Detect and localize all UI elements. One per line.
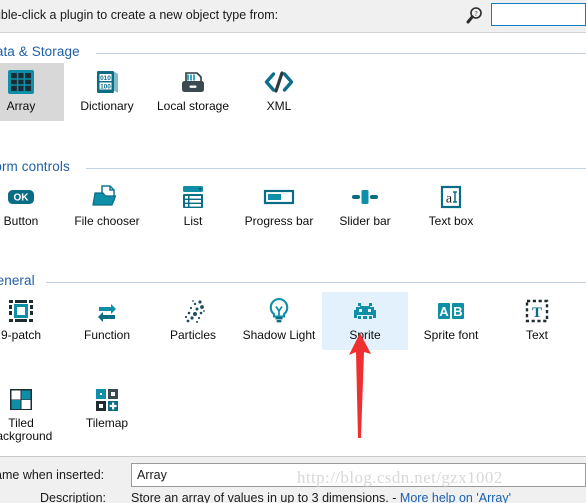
plugin-label: Array — [6, 99, 36, 113]
section-rule — [86, 168, 586, 169]
plugin-label: Progress bar — [244, 214, 314, 228]
code-brackets-icon — [236, 65, 322, 99]
plugin-item-tiled-background[interactable]: Tiled background — [0, 380, 64, 450]
search-box[interactable] — [491, 3, 586, 26]
description-text: Store an array of values in up to 3 dime… — [131, 491, 511, 503]
plugin-item-text-box[interactable]: a Text box — [408, 178, 494, 236]
name-input-wrapper[interactable] — [131, 463, 586, 487]
plugin-item-tilemap[interactable]: Tilemap — [64, 380, 150, 450]
plugin-label: Particles — [169, 328, 216, 342]
slider-bar-icon — [322, 180, 408, 214]
plugin-label: Sprite font — [423, 328, 479, 342]
plugin-item-progress-bar[interactable]: Progress bar — [236, 178, 322, 236]
description-separator: - — [392, 491, 400, 503]
cycle-arrows-icon — [64, 294, 150, 328]
lightbulb-icon — [236, 294, 322, 328]
plugin-item-button[interactable]: OK Button — [0, 178, 64, 236]
name-when-inserted-input[interactable] — [132, 464, 585, 486]
text-box-icon: a — [408, 180, 494, 214]
plugin-item-9-patch[interactable]: 9-patch — [0, 292, 64, 350]
plugin-label: Tilemap — [85, 416, 129, 430]
section-rule — [96, 53, 586, 54]
plugin-label: Button — [3, 214, 39, 228]
details-panel: Name when inserted: Description: Store a… — [0, 456, 586, 503]
prompt-bar: Double-click a plugin to create a new ob… — [0, 0, 586, 33]
svg-text:B: B — [453, 304, 462, 319]
plugin-item-array[interactable]: Array — [0, 63, 64, 121]
plugin-item-sprite[interactable]: Sprite — [322, 292, 408, 350]
plugin-label: Local storage — [156, 99, 230, 113]
progress-bar-icon — [236, 180, 322, 214]
section-title: Form controls — [0, 159, 70, 174]
section-rule — [46, 282, 586, 283]
svg-text:010: 010 — [100, 75, 111, 82]
plugin-item-sprite-font[interactable]: A B Sprite font — [408, 292, 494, 350]
search-input[interactable] — [492, 4, 585, 25]
plugin-item-local-storage[interactable]: Local storage — [150, 63, 236, 121]
binary-book-icon: 010 100 — [64, 65, 150, 99]
padlock-icon — [150, 65, 236, 99]
plugin-label: Shadow Light — [242, 328, 316, 342]
name-field-label: Name when inserted: — [0, 468, 105, 482]
plugin-label: Text — [525, 328, 548, 342]
plugin-item-dictionary[interactable]: 010 100 Dictionary — [64, 63, 150, 121]
plugin-label: Sprite — [349, 328, 381, 342]
plugin-item-shadow-light[interactable]: Shadow Light — [236, 292, 322, 350]
svg-text:100: 100 — [100, 84, 111, 91]
plugin-label: 9-patch — [0, 328, 42, 342]
list-box-icon — [150, 180, 236, 214]
section-title: General — [0, 273, 35, 288]
svg-text:a: a — [446, 192, 453, 207]
svg-text:T: T — [532, 305, 542, 321]
plugin-item-slider-bar[interactable]: Slider bar — [322, 178, 408, 236]
svg-text:OK: OK — [14, 193, 30, 204]
plugin-label: Tiled background — [0, 416, 53, 443]
grid-table-icon — [0, 65, 64, 99]
search-help-icon: ? — [465, 6, 485, 26]
plugin-item-particles[interactable]: Particles — [150, 292, 236, 350]
svg-text:A: A — [439, 304, 449, 319]
description-body: Store an array of values in up to 3 dime… — [131, 491, 389, 503]
section-title: Data & Storage — [0, 44, 80, 59]
plugin-item-list[interactable]: List — [150, 178, 236, 236]
plugin-item-text[interactable]: T Text — [494, 292, 580, 350]
tilemap-icon — [64, 382, 150, 416]
nine-patch-icon — [0, 294, 64, 328]
description-label: Description: — [40, 491, 106, 503]
plugin-label: File chooser — [74, 214, 140, 228]
plugin-label: List — [183, 214, 203, 228]
plugin-label: Slider bar — [339, 214, 391, 228]
checker-tile-icon — [0, 382, 64, 416]
particles-icon — [150, 294, 236, 328]
svg-text:?: ? — [474, 10, 477, 18]
dashed-t-icon: T — [494, 294, 580, 328]
space-invader-icon — [322, 294, 408, 328]
plugin-item-function[interactable]: Function — [64, 292, 150, 350]
plugin-label: Function — [83, 328, 131, 342]
ab-letters-icon: A B — [408, 294, 494, 328]
plugin-label: Text box — [428, 214, 474, 228]
plugin-picker-dialog: Double-click a plugin to create a new ob… — [0, 0, 586, 503]
ok-button-icon: OK — [0, 180, 64, 214]
plugin-item-file-chooser[interactable]: File chooser — [64, 178, 150, 236]
plugin-item-xml[interactable]: XML — [236, 63, 322, 121]
plugin-label: Dictionary — [80, 99, 134, 113]
more-help-link[interactable]: More help on 'Array' — [400, 491, 511, 503]
open-folder-icon — [64, 180, 150, 214]
plugin-label: XML — [266, 99, 292, 113]
prompt-text: Double-click a plugin to create a new ob… — [0, 8, 279, 22]
